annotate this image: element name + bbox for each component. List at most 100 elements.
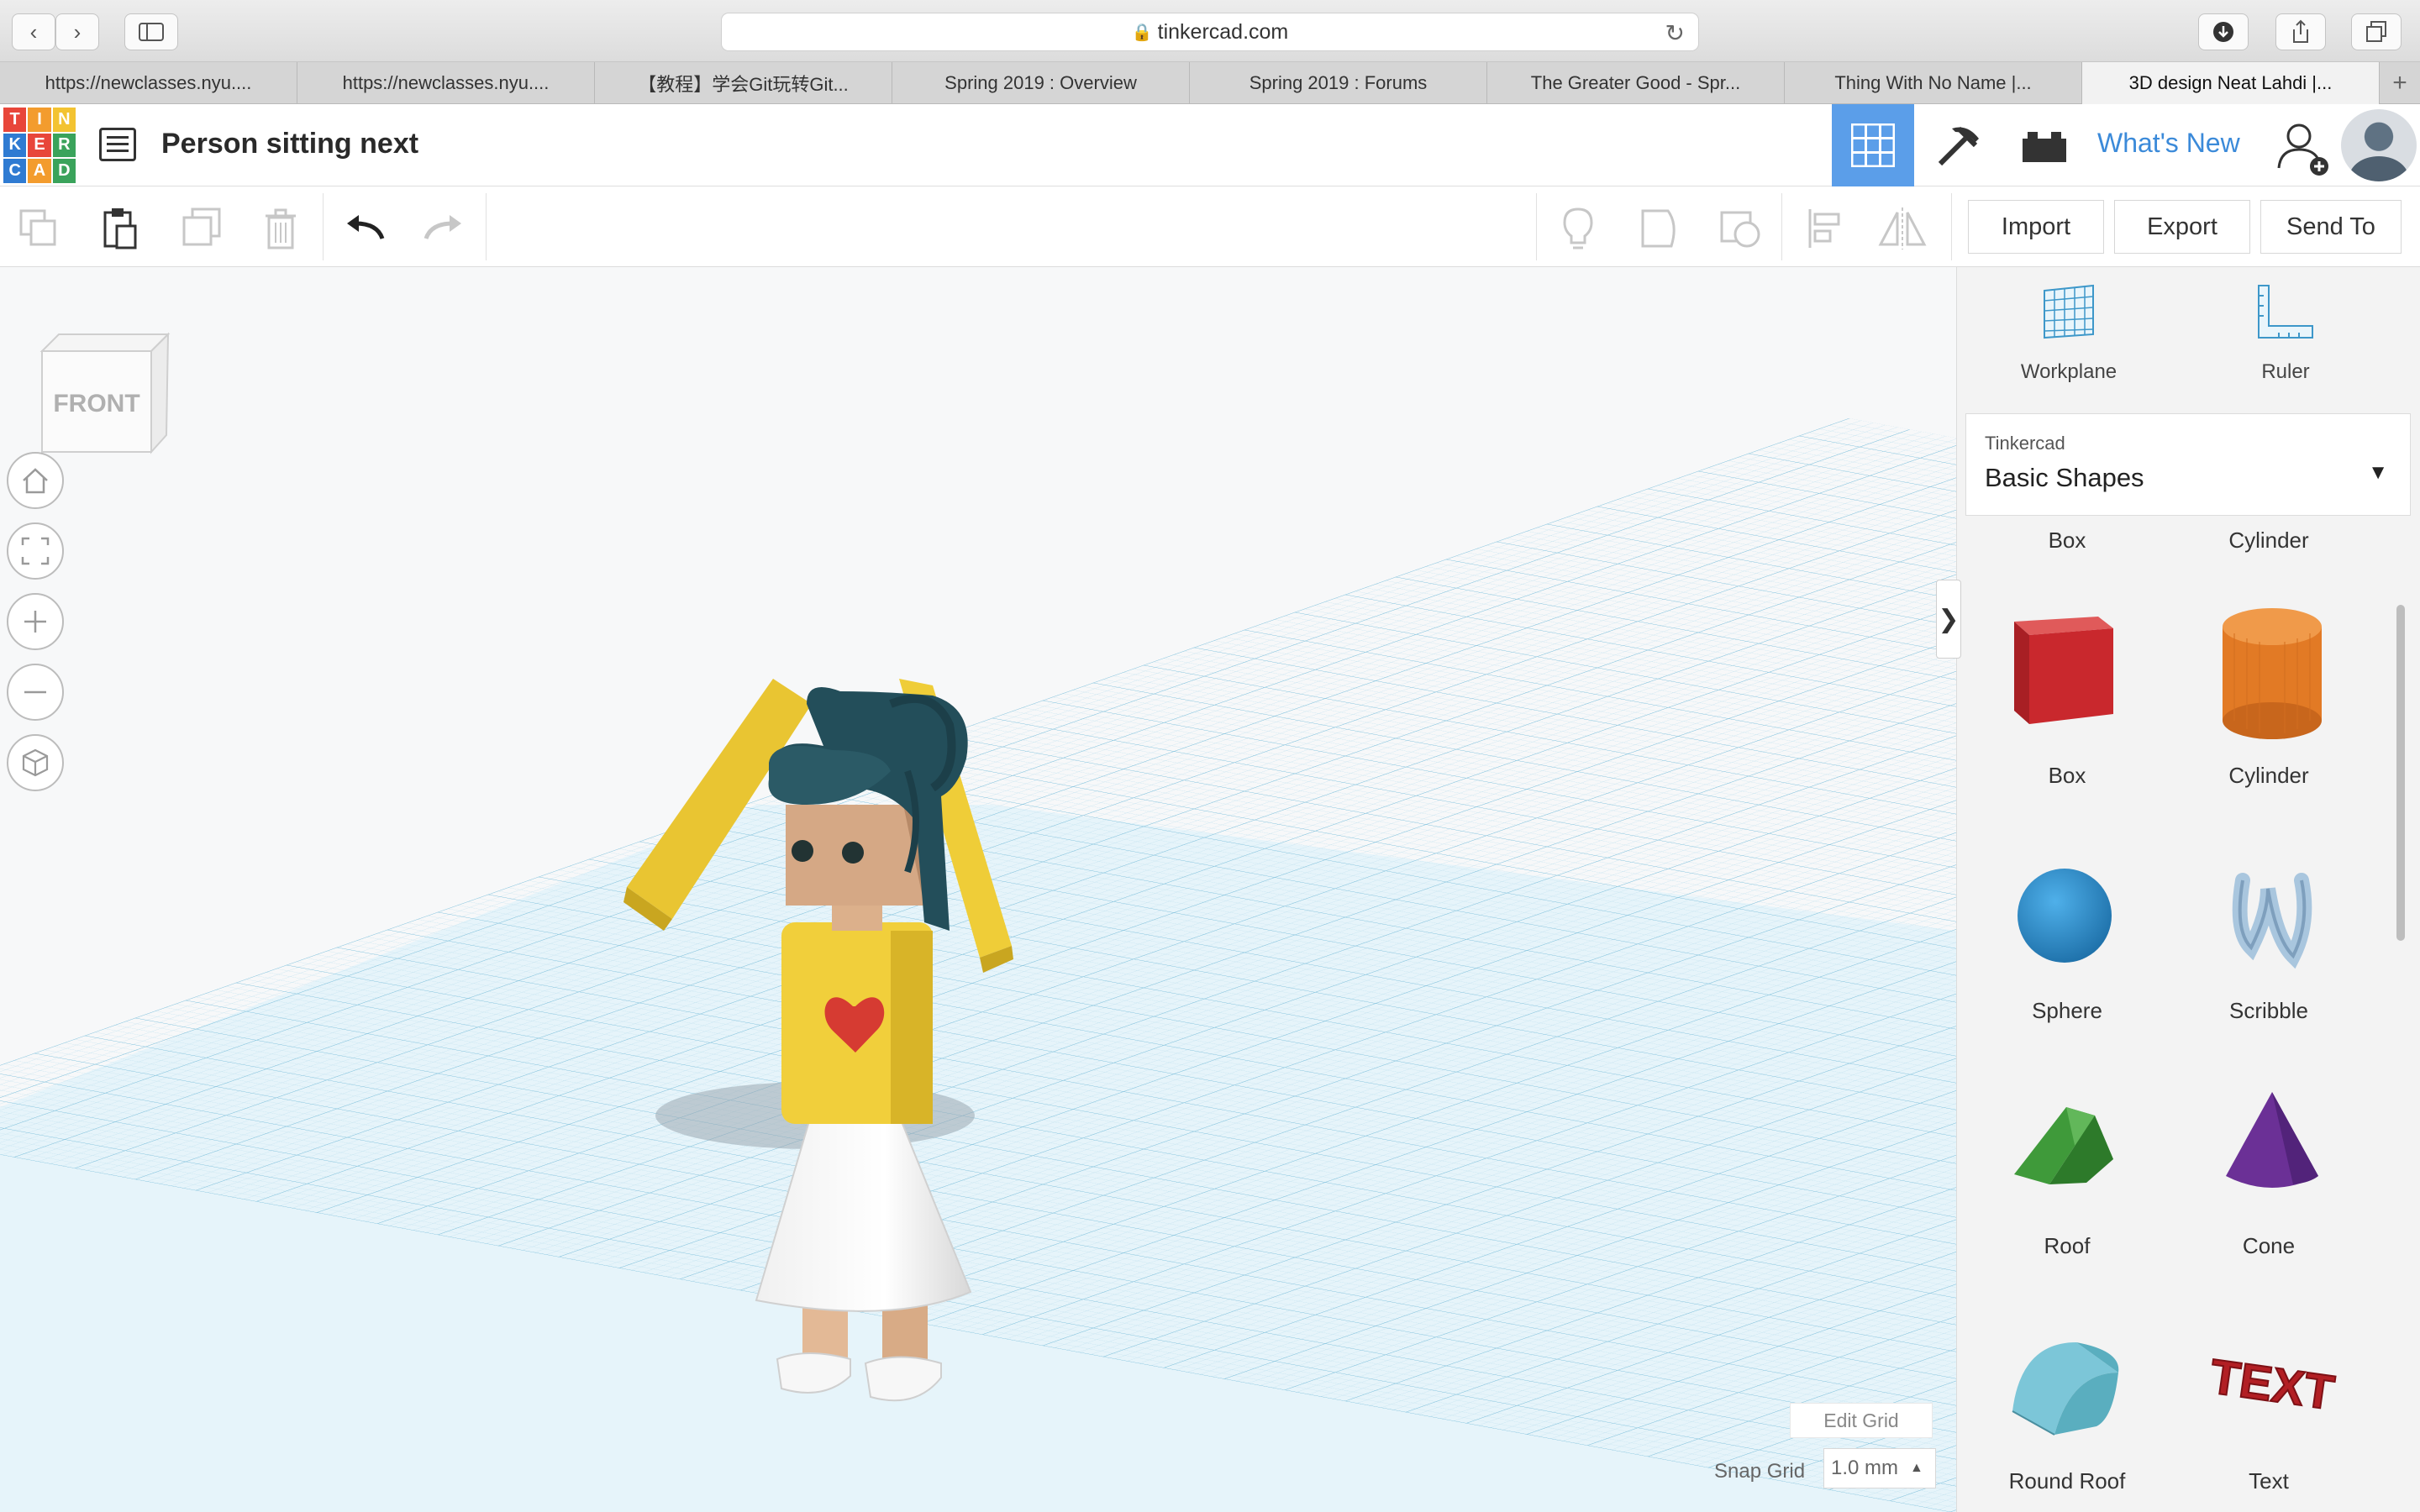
forward-button[interactable]: › <box>55 13 99 50</box>
browser-tab[interactable]: The Greater Good - Spr... <box>1487 62 1785 104</box>
toolbar-divider <box>323 193 324 260</box>
shape-library-select[interactable]: Tinkercad Basic Shapes ▼ <box>1965 413 2411 516</box>
browser-tab-active[interactable]: 3D design Neat Lahdi |... <box>2082 62 2380 104</box>
minus-icon <box>24 690 46 694</box>
bricks-view-button[interactable] <box>2003 104 2086 186</box>
shape-sphere[interactable] <box>1996 830 2139 990</box>
delete-button[interactable] <box>254 202 308 255</box>
browser-tab[interactable]: Spring 2019 : Forums <box>1190 62 1487 104</box>
logo-letter: N <box>52 108 76 132</box>
copy-icon <box>19 209 56 246</box>
download-icon <box>2213 22 2233 42</box>
browser-tab[interactable]: Spring 2019 : Overview <box>892 62 1190 104</box>
design-title[interactable]: Person sitting next <box>161 128 418 160</box>
3d-design-view-button[interactable] <box>1832 104 1914 186</box>
cube-icon <box>22 748 49 777</box>
redo-button[interactable] <box>417 202 471 255</box>
group-icon <box>1641 209 1676 248</box>
shape-label: Box <box>2048 763 2086 788</box>
copy-button[interactable] <box>12 202 66 255</box>
ruler-label: Ruler <box>2261 360 2310 383</box>
home-icon <box>23 468 48 494</box>
design-list-icon[interactable] <box>99 128 136 161</box>
tinkercad-logo[interactable]: T I N K E R C A D <box>3 108 76 183</box>
chevron-right-icon: ❯ <box>1938 605 1960 633</box>
shape-label: Cylinder <box>2228 763 2309 788</box>
undo-button[interactable] <box>338 202 392 255</box>
roof-icon <box>2014 1107 2113 1184</box>
grid-icon <box>1851 123 1895 167</box>
tab-strip: https://newclasses.nyu.... https://newcl… <box>0 62 2420 104</box>
trash-icon <box>266 208 296 249</box>
fit-view-button[interactable] <box>7 522 64 580</box>
ruler-button[interactable]: Ruler <box>2214 282 2357 384</box>
ungroup-button[interactable] <box>1714 202 1768 255</box>
import-button[interactable]: Import <box>1968 200 2104 254</box>
logo-letter: C <box>3 159 27 183</box>
view-cube[interactable]: FRONT <box>34 318 176 460</box>
align-button[interactable] <box>1798 202 1852 255</box>
3d-workspace[interactable]: FRONT Edit Grid Snap Grid 1.0 mm ▲ <box>0 267 1956 1512</box>
logo-letter: E <box>28 133 51 158</box>
workplane-icon <box>2044 284 2094 339</box>
browser-tab[interactable]: https://newclasses.nyu.... <box>0 62 297 104</box>
shape-label: Cone <box>2242 1233 2296 1258</box>
home-view-button[interactable] <box>7 452 64 509</box>
url-text: tinkercad.com <box>1157 19 1289 44</box>
workplane-grid <box>0 417 1956 1512</box>
shape-cone[interactable] <box>2201 1065 2344 1225</box>
toolbar-divider <box>1951 193 1952 260</box>
plus-icon <box>24 611 46 633</box>
share-button[interactable] <box>2275 13 2326 50</box>
redo-icon <box>424 215 461 239</box>
perspective-button[interactable] <box>7 734 64 791</box>
panel-collapse-button[interactable]: ❯ <box>1936 580 1961 659</box>
reload-icon[interactable]: ↻ <box>1665 19 1685 47</box>
whats-new-link[interactable]: What's New <box>2097 128 2240 159</box>
sidebar-toggle-button[interactable] <box>124 13 178 50</box>
workplane-button[interactable]: Workplane <box>1997 282 2140 384</box>
svg-text:TEXT: TEXT <box>2207 1349 2338 1420</box>
downloads-button[interactable] <box>2198 13 2249 50</box>
back-button[interactable]: ‹ <box>12 13 55 50</box>
invite-user-button[interactable] <box>2274 119 2333 178</box>
toolbar-divider <box>1536 193 1537 260</box>
notes-button[interactable] <box>1551 202 1605 255</box>
undo-icon <box>347 215 385 239</box>
dropdown-caret-icon: ▼ <box>2368 461 2388 484</box>
browser-tab[interactable]: 【教程】学会Git玩转Git... <box>595 62 892 104</box>
shapes-panel: Workplane Ruler Tinkercad Basic Shapes ▼… <box>1956 267 2420 1512</box>
shape-round-roof[interactable] <box>1996 1300 2139 1460</box>
shape-cylinder[interactable] <box>2201 595 2344 754</box>
shape-text[interactable]: TEXT <box>2201 1300 2344 1460</box>
zoom-out-button[interactable] <box>7 664 64 721</box>
cylinder-icon <box>2223 608 2322 739</box>
snap-grid-select[interactable]: 1.0 mm ▲ <box>1823 1448 1936 1488</box>
shape-box[interactable] <box>1996 595 2139 754</box>
zoom-in-button[interactable] <box>7 593 64 650</box>
browser-tab[interactable]: Thing With No Name |... <box>1785 62 2082 104</box>
avatar[interactable] <box>2341 109 2417 181</box>
fit-icon <box>21 537 50 565</box>
blocks-view-button[interactable] <box>1918 104 2000 186</box>
tabs-overview-button[interactable] <box>2351 13 2402 50</box>
send-to-button[interactable]: Send To <box>2260 200 2402 254</box>
export-button[interactable]: Export <box>2114 200 2250 254</box>
paste-button[interactable] <box>92 202 146 255</box>
workplane-viewport[interactable] <box>0 267 1956 1512</box>
logo-letter: A <box>28 159 51 183</box>
duplicate-button[interactable] <box>175 202 229 255</box>
panel-scrollbar[interactable] <box>2396 605 2405 941</box>
new-tab-button[interactable]: + <box>2380 62 2420 103</box>
mirror-button[interactable] <box>1876 202 1929 255</box>
group-button[interactable] <box>1634 202 1687 255</box>
shape-scribble[interactable] <box>2201 830 2344 990</box>
caret-up-icon: ▲ <box>1910 1461 1923 1475</box>
edit-grid-button[interactable]: Edit Grid <box>1790 1403 1933 1438</box>
address-bar[interactable]: 🔒 tinkercad.com ↻ <box>721 13 1699 51</box>
brick-icon <box>2023 132 2066 162</box>
shape-roof[interactable] <box>1996 1065 2139 1225</box>
browser-tab[interactable]: https://newclasses.nyu.... <box>297 62 595 104</box>
sidebar-icon <box>139 23 164 41</box>
logo-letter: K <box>3 133 27 158</box>
